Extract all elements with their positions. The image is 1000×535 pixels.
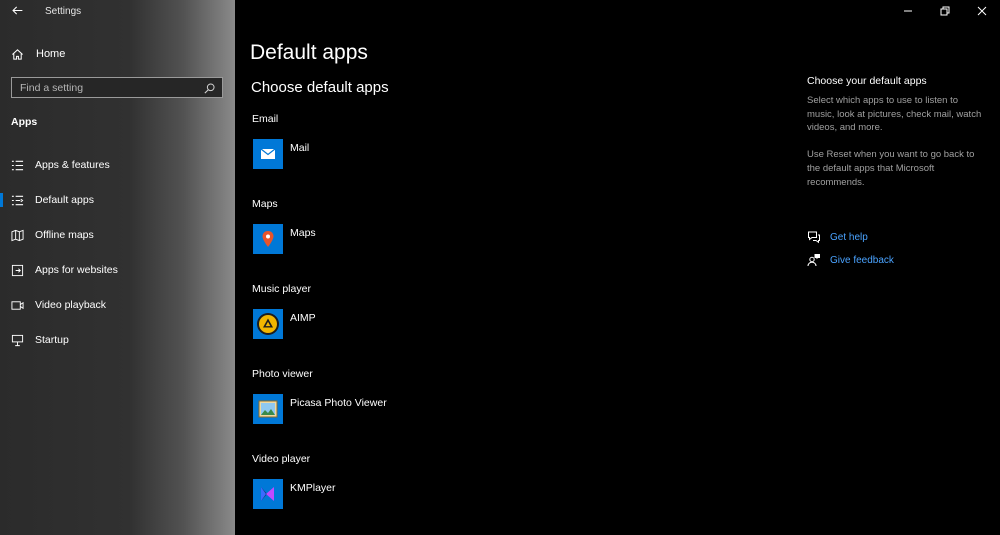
sidebar-item-label: Apps for websites [35, 264, 118, 276]
category-label-video-player: Video player [252, 453, 311, 465]
sidebar-item-startup[interactable]: Startup [0, 328, 235, 352]
app-name: KMPlayer [290, 482, 336, 494]
sidebar-item-default-apps[interactable]: Default apps [0, 188, 235, 212]
page-subtitle: Choose default apps [251, 79, 389, 96]
info-panel: Choose your default apps Select which ap… [807, 75, 987, 189]
sidebar-item-offline-maps[interactable]: Offline maps [0, 223, 235, 247]
give-feedback-label[interactable]: Give feedback [830, 255, 894, 266]
selected-indicator [0, 193, 3, 207]
info-description: Select which apps to use to listen to mu… [807, 95, 982, 134]
default-app-music-player[interactable]: AIMP [253, 309, 316, 341]
search-input[interactable] [12, 80, 202, 95]
get-help-label[interactable]: Get help [830, 232, 868, 243]
aimp-icon [253, 309, 283, 339]
home-icon [11, 48, 24, 61]
home-label: Home [36, 48, 66, 60]
main-content: Default apps Choose default apps Email M… [235, 0, 1000, 535]
app-name: Picasa Photo Viewer [290, 397, 387, 409]
category-label-music-player: Music player [252, 283, 311, 295]
sidebar-item-video-playback[interactable]: Video playback [0, 293, 235, 317]
category-label-email: Email [252, 113, 279, 125]
kmplayer-icon [253, 479, 283, 509]
web-apps-icon [11, 264, 24, 277]
app-name: AIMP [290, 312, 316, 324]
close-icon [977, 6, 987, 19]
sidebar-item-label: Default apps [35, 194, 94, 206]
minimize-button[interactable] [889, 0, 926, 24]
get-help-link[interactable]: Get help [807, 229, 868, 245]
video-icon [11, 299, 24, 312]
restore-icon [940, 6, 950, 19]
sidebar-item-label: Offline maps [35, 229, 94, 241]
feedback-icon [807, 253, 821, 267]
sidebar-item-apps-for-websites[interactable]: Apps for websites [0, 258, 235, 282]
help-chat-icon [807, 230, 821, 244]
app-name: Maps [290, 227, 316, 239]
section-title: Apps [11, 116, 38, 128]
category-label-photo-viewer: Photo viewer [252, 368, 313, 380]
default-app-maps[interactable]: Maps [253, 224, 316, 256]
title-bar: Settings [0, 0, 235, 25]
back-arrow-icon [11, 4, 24, 20]
map-icon [11, 229, 24, 242]
page-title: Default apps [250, 41, 368, 64]
search-icon[interactable] [203, 82, 216, 95]
mail-icon [253, 139, 283, 169]
app-title: Settings [45, 6, 82, 17]
startup-icon [11, 334, 24, 347]
category-label-maps: Maps [252, 198, 278, 210]
sidebar: Settings Home Apps Apps & features [0, 0, 235, 535]
window-controls [889, 0, 1000, 24]
app-name: Mail [290, 142, 310, 154]
default-app-video-player[interactable]: KMPlayer [253, 479, 336, 511]
sidebar-item-apps-features[interactable]: Apps & features [0, 153, 235, 177]
default-app-email[interactable]: Mail [253, 139, 309, 171]
give-feedback-link[interactable]: Give feedback [807, 252, 894, 268]
home-nav-item[interactable]: Home [11, 44, 65, 64]
back-button[interactable] [9, 4, 25, 20]
close-button[interactable] [963, 0, 1000, 24]
settings-window: Settings Home Apps Apps & features [0, 0, 1000, 535]
default-app-photo-viewer[interactable]: Picasa Photo Viewer [253, 394, 387, 426]
picture-icon [253, 394, 283, 424]
sidebar-item-label: Apps & features [35, 159, 110, 171]
search-box[interactable] [11, 77, 223, 98]
list-icon [11, 159, 24, 172]
restore-button[interactable] [926, 0, 963, 24]
minimize-icon [903, 6, 913, 19]
sidebar-item-label: Video playback [35, 299, 107, 311]
sidebar-item-label: Startup [35, 334, 69, 346]
info-title: Choose your default apps [807, 75, 927, 87]
maps-pin-icon [253, 224, 283, 254]
default-apps-icon [11, 194, 24, 207]
info-reset-note: Use Reset when you want to go back to th… [807, 149, 975, 188]
